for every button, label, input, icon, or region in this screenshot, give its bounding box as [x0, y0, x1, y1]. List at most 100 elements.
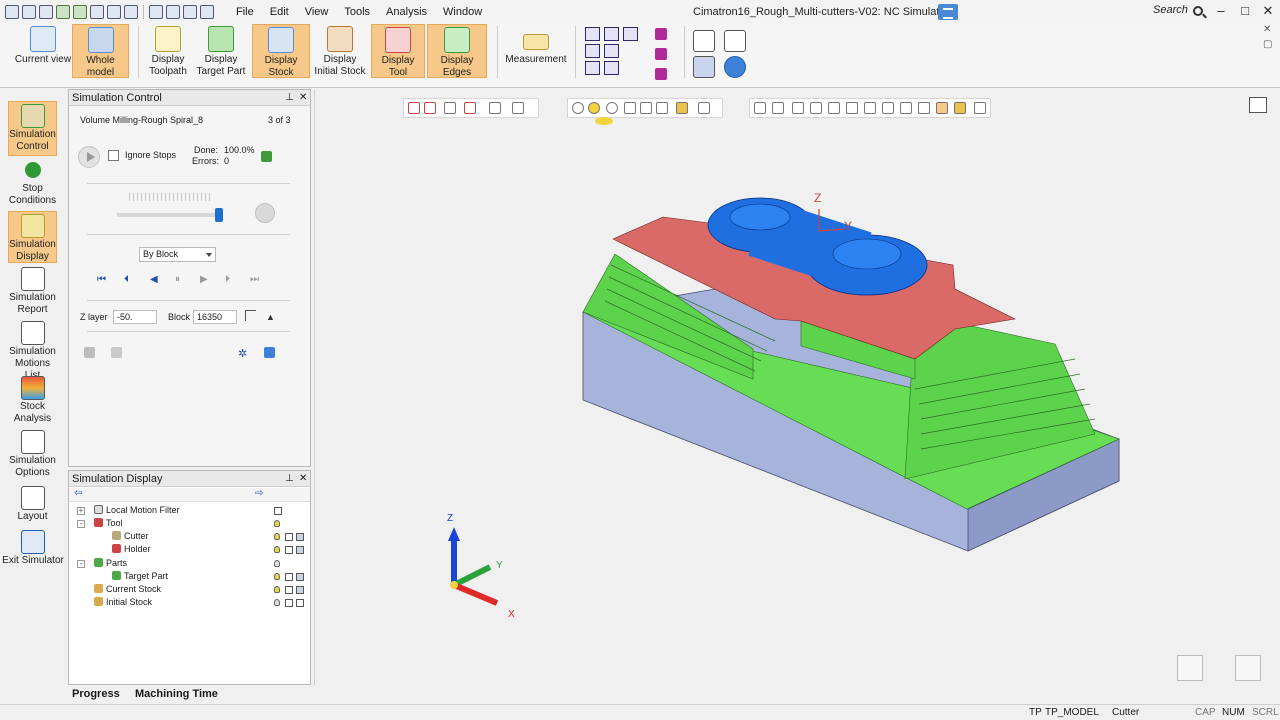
report-status-icon[interactable] [261, 151, 272, 162]
zoom-all-icon[interactable] [693, 30, 715, 52]
whole-model-button[interactable]: Whole model [72, 24, 129, 78]
grid-icon[interactable] [107, 5, 121, 19]
undo-icon[interactable] [149, 5, 163, 19]
step-back-icon[interactable]: ⏴ [124, 274, 129, 285]
tree-item-tool[interactable]: Tool [94, 517, 123, 530]
list-icon[interactable] [200, 5, 214, 19]
visibility-checkbox[interactable] [274, 507, 282, 515]
transparency-icon[interactable] [296, 599, 304, 607]
render-mode-icon[interactable] [285, 533, 293, 541]
z-layer-input[interactable]: -50. [113, 310, 157, 324]
menu-analysis[interactable]: Analysis [386, 6, 427, 18]
display-target-part-button[interactable]: Display Target Part [191, 24, 251, 78]
maximize-button[interactable]: □ [1237, 3, 1253, 19]
render-mode-icon[interactable] [285, 586, 293, 594]
transparency-icon[interactable] [296, 573, 304, 581]
speed-slider[interactable] [117, 213, 221, 217]
tree-expander[interactable]: - [77, 560, 85, 568]
lightbulb-icon[interactable] [274, 599, 280, 606]
pin-icon[interactable]: ⊥ [285, 91, 294, 105]
reverse-play-icon[interactable]: ◀ [150, 274, 158, 285]
view-left-icon[interactable] [604, 44, 619, 58]
wireframe-icon[interactable] [655, 48, 667, 60]
step-mode-select[interactable]: By Block [139, 247, 216, 262]
menu-edit[interactable]: Edit [270, 6, 289, 18]
tab-machining-time[interactable]: Machining Time [135, 688, 218, 700]
menu-file[interactable]: File [236, 6, 254, 18]
block-input[interactable]: 16350 [193, 310, 237, 324]
loop-icon[interactable] [183, 5, 197, 19]
play-forward-icon[interactable]: ▶ [200, 274, 208, 285]
simulation-control-button[interactable]: Simulation Control [8, 101, 57, 156]
minimize-button[interactable]: – [1213, 3, 1229, 19]
tool-filter-icon[interactable] [111, 347, 122, 358]
collision-icon[interactable] [84, 347, 95, 358]
lightbulb-icon[interactable] [274, 573, 280, 580]
transparency-icon[interactable] [296, 533, 304, 541]
shading-icon[interactable] [655, 28, 667, 40]
view-front-icon[interactable] [623, 27, 638, 41]
render-mode-icon[interactable] [285, 573, 293, 581]
display-initial-stock-button[interactable]: Display Initial Stock [311, 24, 369, 78]
pause-icon[interactable]: ⏸ [175, 274, 180, 285]
lightbulb-icon[interactable] [274, 533, 280, 540]
snapshot-button[interactable] [1177, 655, 1203, 681]
menu-view[interactable]: View [305, 6, 329, 18]
tab-progress[interactable]: Progress [72, 688, 120, 700]
display-edges-button[interactable]: Display Edges [427, 24, 487, 78]
view-iso2-icon[interactable] [604, 61, 619, 75]
menu-tools[interactable]: Tools [344, 6, 370, 18]
play-button[interactable] [78, 146, 100, 168]
settings-icon[interactable]: ✲ [238, 347, 247, 360]
view-bottom-icon[interactable] [585, 61, 600, 75]
go-to-end-icon[interactable]: ⏭ [250, 274, 259, 285]
stock-analysis-button[interactable]: Stock Analysis [8, 374, 57, 426]
render-mode-icon[interactable] [285, 599, 293, 607]
view-iso-icon[interactable] [585, 27, 600, 41]
lightbulb-icon[interactable] [274, 520, 280, 527]
redo-icon[interactable] [166, 5, 180, 19]
export-icon[interactable] [264, 347, 275, 358]
search-icon[interactable] [1193, 6, 1203, 16]
zoom-window-icon[interactable] [724, 30, 746, 52]
close-icon[interactable]: ✕ [299, 472, 307, 486]
pin-icon[interactable]: ⊥ [285, 472, 294, 486]
ignore-stops-checkbox[interactable] [108, 150, 119, 161]
tree-expander[interactable]: + [77, 507, 85, 515]
display-tool-button[interactable]: Display Tool [371, 24, 425, 78]
bucket-icon[interactable] [73, 5, 87, 19]
copy-icon[interactable] [124, 5, 138, 19]
app-icon[interactable] [5, 5, 19, 19]
transparency-icon[interactable] [296, 546, 304, 554]
transparency-icon[interactable] [296, 586, 304, 594]
record-button[interactable] [1235, 655, 1261, 681]
goto-block-icon[interactable] [245, 310, 256, 321]
tree-expander[interactable]: - [77, 520, 85, 528]
lightbulb-icon[interactable] [274, 546, 280, 553]
tree-item-local-motion-filter[interactable]: Local Motion Filter [94, 504, 180, 517]
pan-icon[interactable] [724, 56, 746, 78]
3d-viewport[interactable]: Z Y Z Y X [314, 89, 1280, 685]
collapse-all-icon[interactable]: ⇦ [74, 488, 82, 499]
close-icon[interactable]: ✕ [299, 91, 307, 105]
render-mode-icon[interactable] [285, 546, 293, 554]
ribbon-toggle-icon[interactable] [938, 4, 958, 20]
motions-list-button[interactable]: Simulation Motions List [8, 319, 57, 381]
simulation-report-button[interactable]: Simulation Report [8, 265, 57, 317]
open-folder-icon[interactable] [39, 5, 53, 19]
panel-close-icon[interactable]: ✕ [1263, 24, 1271, 35]
expand-all-icon[interactable]: ⇨ [255, 488, 263, 499]
tree-item-cutter[interactable]: Cutter [112, 530, 149, 543]
lightbulb-icon[interactable] [274, 586, 280, 593]
step-forward-icon[interactable]: ⏵ [225, 274, 230, 285]
tree-item-current-stock[interactable]: Current Stock [94, 583, 161, 596]
layout-button[interactable]: Layout [8, 484, 57, 524]
exit-simulator-button[interactable]: Exit Simulator [2, 528, 64, 568]
panel-restore-icon[interactable]: ▢ [1263, 39, 1272, 50]
refresh-icon[interactable] [56, 5, 70, 19]
hidden-line-icon[interactable] [655, 68, 667, 80]
display-toolpath-button[interactable]: Display Toolpath [146, 24, 190, 78]
speed-dial-icon[interactable] [255, 203, 275, 223]
lightbulb-icon[interactable] [274, 560, 280, 567]
current-view-button[interactable]: Current view [14, 24, 72, 78]
